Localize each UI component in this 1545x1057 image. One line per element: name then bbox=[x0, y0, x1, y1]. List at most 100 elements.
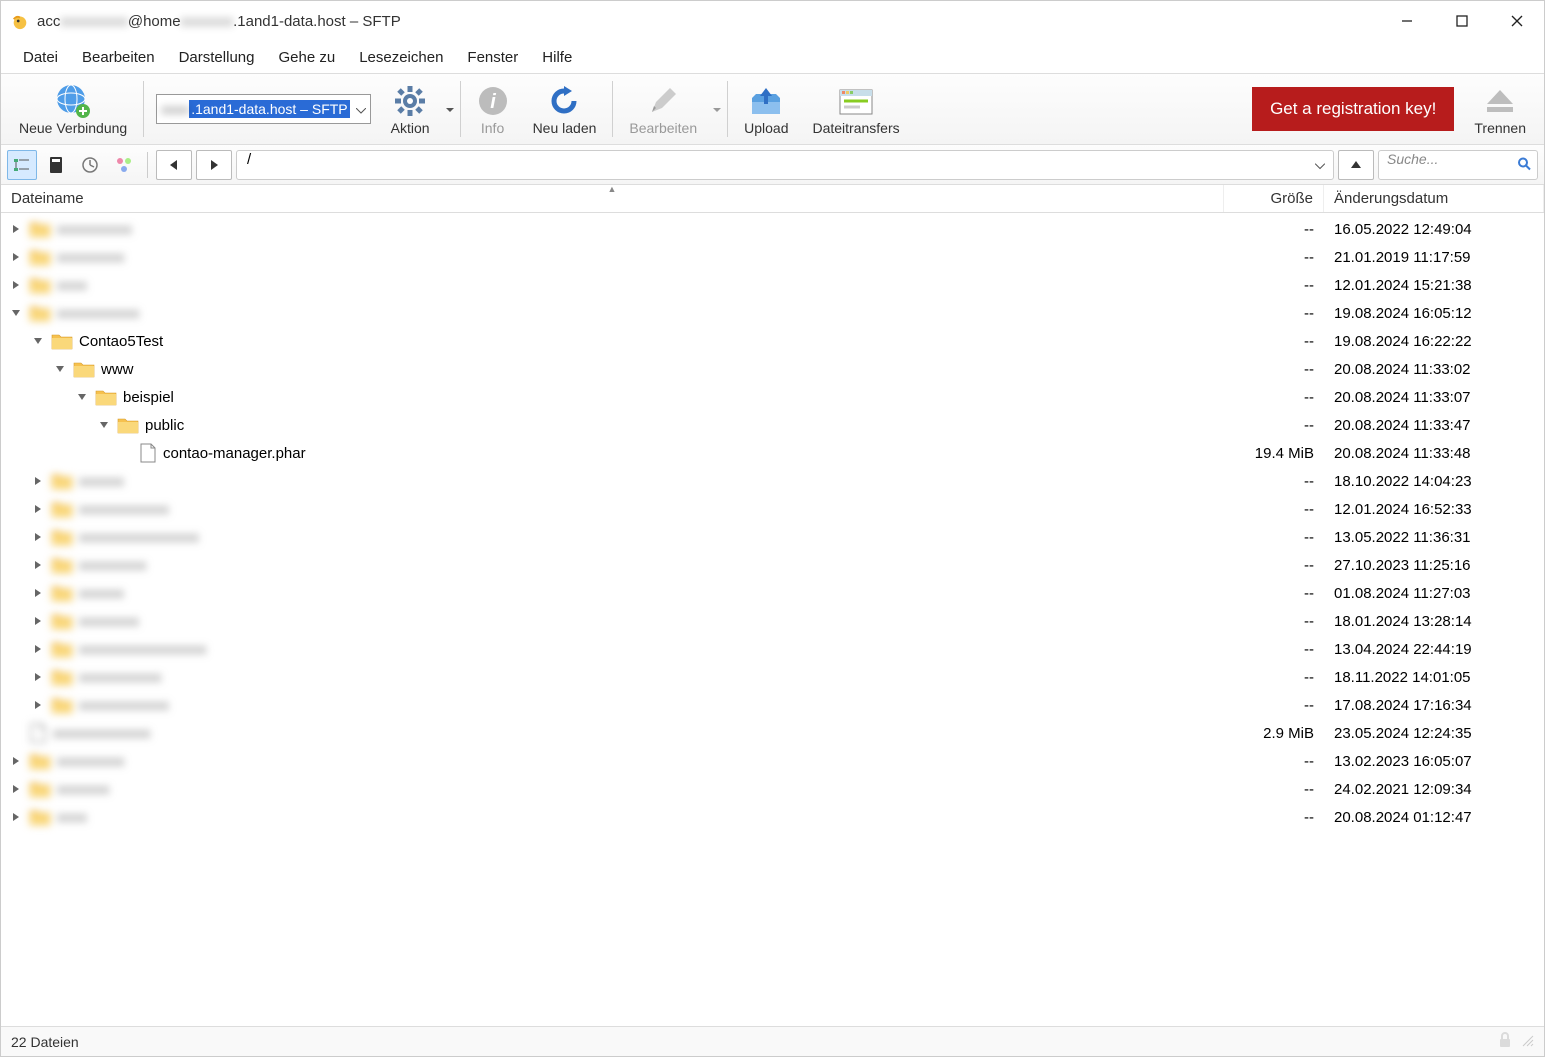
tree-folder-row[interactable]: xxxx--20.08.2024 01:12:47 bbox=[1, 803, 1544, 831]
tree-folder-row[interactable]: xxxxxxxxxxx--19.08.2024 16:05:12 bbox=[1, 299, 1544, 327]
item-size: -- bbox=[1224, 249, 1324, 266]
chevron-down-icon bbox=[1315, 156, 1325, 173]
path-text: / bbox=[247, 151, 251, 168]
menu-gehe-zu[interactable]: Gehe zu bbox=[266, 45, 347, 70]
chevron-down-icon[interactable] bbox=[97, 418, 111, 432]
item-name: xxxxxxxxxxxx bbox=[49, 696, 1224, 714]
chevron-right-icon[interactable] bbox=[9, 278, 23, 292]
tree-folder-row[interactable]: public--20.08.2024 11:33:47 bbox=[1, 411, 1544, 439]
upload-button[interactable]: Upload bbox=[732, 75, 800, 143]
item-name: public bbox=[115, 416, 1224, 434]
edit-dropdown-arrow[interactable] bbox=[709, 100, 723, 118]
column-size[interactable]: Größe bbox=[1224, 185, 1324, 212]
tree-folder-row[interactable]: xxxxxxxxx--13.02.2023 16:05:07 bbox=[1, 747, 1544, 775]
toolbar-separator bbox=[147, 152, 148, 178]
item-date: 18.10.2022 14:04:23 bbox=[1324, 473, 1544, 490]
tree-folder-row[interactable]: xxxxxxxxxxxxxxxxx--13.04.2024 22:44:19 bbox=[1, 635, 1544, 663]
tree-folder-row[interactable]: xxxxxxxxx--27.10.2023 11:25:16 bbox=[1, 551, 1544, 579]
view-history-button[interactable] bbox=[75, 150, 105, 180]
aktion-button[interactable]: Aktion bbox=[379, 75, 442, 143]
info-button[interactable]: i Info bbox=[465, 75, 521, 143]
nav-forward-button[interactable] bbox=[196, 150, 232, 180]
chevron-right-icon[interactable] bbox=[31, 642, 45, 656]
tree-folder-row[interactable]: xxxxxxxxx--21.01.2019 11:17:59 bbox=[1, 243, 1544, 271]
column-name[interactable]: Dateiname ▲ bbox=[1, 185, 1224, 212]
chevron-right-icon[interactable] bbox=[9, 250, 23, 264]
chevron-right-icon[interactable] bbox=[9, 782, 23, 796]
resize-grip-icon[interactable] bbox=[1520, 1033, 1534, 1050]
tree-folder-row[interactable]: xxxxxxxxxx--16.05.2022 12:49:04 bbox=[1, 215, 1544, 243]
tree-folder-row[interactable]: xxxxxx--18.10.2022 14:04:23 bbox=[1, 467, 1544, 495]
item-date: 27.10.2023 11:25:16 bbox=[1324, 557, 1544, 574]
transfers-icon bbox=[836, 82, 876, 120]
view-bookmarks-button[interactable] bbox=[41, 150, 71, 180]
chevron-right-icon[interactable] bbox=[31, 698, 45, 712]
edit-button[interactable]: Bearbeiten bbox=[617, 75, 709, 143]
tree-folder-row[interactable]: www--20.08.2024 11:33:02 bbox=[1, 355, 1544, 383]
item-name: xxxxxxxxx bbox=[27, 752, 1224, 770]
chevron-down-icon[interactable] bbox=[31, 334, 45, 348]
tree-folder-row[interactable]: xxxxxxxxxxx--18.11.2022 14:01:05 bbox=[1, 663, 1544, 691]
menu-lesezeichen[interactable]: Lesezeichen bbox=[347, 45, 455, 70]
item-size: -- bbox=[1224, 361, 1324, 378]
tree-folder-row[interactable]: Contao5Test--19.08.2024 16:22:22 bbox=[1, 327, 1544, 355]
tree-folder-row[interactable]: xxxxxxxxxxxx--12.01.2024 16:52:33 bbox=[1, 495, 1544, 523]
connection-combo[interactable]: xxxx.1and1-data.host – SFTP bbox=[156, 94, 370, 124]
chevron-right-icon[interactable] bbox=[31, 474, 45, 488]
eject-icon bbox=[1483, 82, 1517, 120]
item-name: xxxxxxxxxxxxxxxxx bbox=[49, 640, 1224, 658]
nav-up-button[interactable] bbox=[1338, 150, 1374, 180]
chevron-right-icon[interactable] bbox=[9, 754, 23, 768]
chevron-right-icon[interactable] bbox=[9, 222, 23, 236]
chevron-right-icon[interactable] bbox=[31, 530, 45, 544]
chevron-right-icon[interactable] bbox=[31, 670, 45, 684]
close-button[interactable] bbox=[1489, 1, 1544, 41]
path-input[interactable]: / bbox=[236, 150, 1334, 180]
new-connection-button[interactable]: Neue Verbindung bbox=[7, 75, 139, 143]
item-size: -- bbox=[1224, 333, 1324, 350]
item-name: Contao5Test bbox=[49, 332, 1224, 350]
menu-fenster[interactable]: Fenster bbox=[455, 45, 530, 70]
toolbar-separator bbox=[460, 81, 461, 137]
chevron-right-icon[interactable] bbox=[31, 502, 45, 516]
chevron-down-icon[interactable] bbox=[53, 362, 67, 376]
tree-file-row[interactable]: contao-manager.phar19.4 MiB20.08.2024 11… bbox=[1, 439, 1544, 467]
tree-folder-row[interactable]: xxxxxxxx--18.01.2024 13:28:14 bbox=[1, 607, 1544, 635]
registration-key-button[interactable]: Get a registration key! bbox=[1252, 87, 1454, 131]
tree-folder-row[interactable]: xxxxxxxxxxxx--17.08.2024 17:16:34 bbox=[1, 691, 1544, 719]
chevron-down-icon[interactable] bbox=[75, 390, 89, 404]
chevron-down-icon[interactable] bbox=[9, 306, 23, 320]
item-size: -- bbox=[1224, 389, 1324, 406]
tree-folder-row[interactable]: xxxxxxxxxxxxxxxx--13.05.2022 11:36:31 bbox=[1, 523, 1544, 551]
disconnect-button[interactable]: Trennen bbox=[1462, 75, 1538, 143]
edit-label: Bearbeiten bbox=[629, 120, 697, 136]
chevron-right-icon[interactable] bbox=[31, 614, 45, 628]
tree-folder-row[interactable]: xxxx--12.01.2024 15:21:38 bbox=[1, 271, 1544, 299]
menu-datei[interactable]: Datei bbox=[11, 45, 70, 70]
menu-hilfe[interactable]: Hilfe bbox=[530, 45, 584, 70]
menu-darstellung[interactable]: Darstellung bbox=[167, 45, 267, 70]
column-date[interactable]: Änderungsdatum bbox=[1324, 185, 1544, 212]
item-date: 01.08.2024 11:27:03 bbox=[1324, 585, 1544, 602]
tree-folder-row[interactable]: beispiel--20.08.2024 11:33:07 bbox=[1, 383, 1544, 411]
chevron-right-icon[interactable] bbox=[31, 558, 45, 572]
reload-button[interactable]: Neu laden bbox=[521, 75, 609, 143]
aktion-dropdown-arrow[interactable] bbox=[442, 100, 456, 118]
tree-folder-row[interactable]: xxxxxxx--24.02.2021 12:09:34 bbox=[1, 775, 1544, 803]
nav-back-button[interactable] bbox=[156, 150, 192, 180]
chevron-right-icon[interactable] bbox=[31, 586, 45, 600]
view-bonjour-button[interactable] bbox=[109, 150, 139, 180]
minimize-button[interactable] bbox=[1379, 1, 1434, 41]
titlebar: accxxxxxxxxx@homexxxxxxx.1and1-data.host… bbox=[1, 1, 1544, 41]
menubar: Datei Bearbeiten Darstellung Gehe zu Les… bbox=[1, 41, 1544, 73]
maximize-button[interactable] bbox=[1434, 1, 1489, 41]
search-input[interactable]: Suche... bbox=[1378, 150, 1538, 180]
tree-file-row[interactable]: xxxxxxxxxxxxx2.9 MiB23.05.2024 12:24:35 bbox=[1, 719, 1544, 747]
tree-folder-row[interactable]: xxxxxx--01.08.2024 11:27:03 bbox=[1, 579, 1544, 607]
transfers-button[interactable]: Dateitransfers bbox=[800, 75, 911, 143]
menu-bearbeiten[interactable]: Bearbeiten bbox=[70, 45, 167, 70]
view-tree-button[interactable] bbox=[7, 150, 37, 180]
chevron-right-icon[interactable] bbox=[9, 810, 23, 824]
file-tree[interactable]: xxxxxxxxxx--16.05.2022 12:49:04xxxxxxxxx… bbox=[1, 213, 1544, 1026]
item-size: -- bbox=[1224, 417, 1324, 434]
